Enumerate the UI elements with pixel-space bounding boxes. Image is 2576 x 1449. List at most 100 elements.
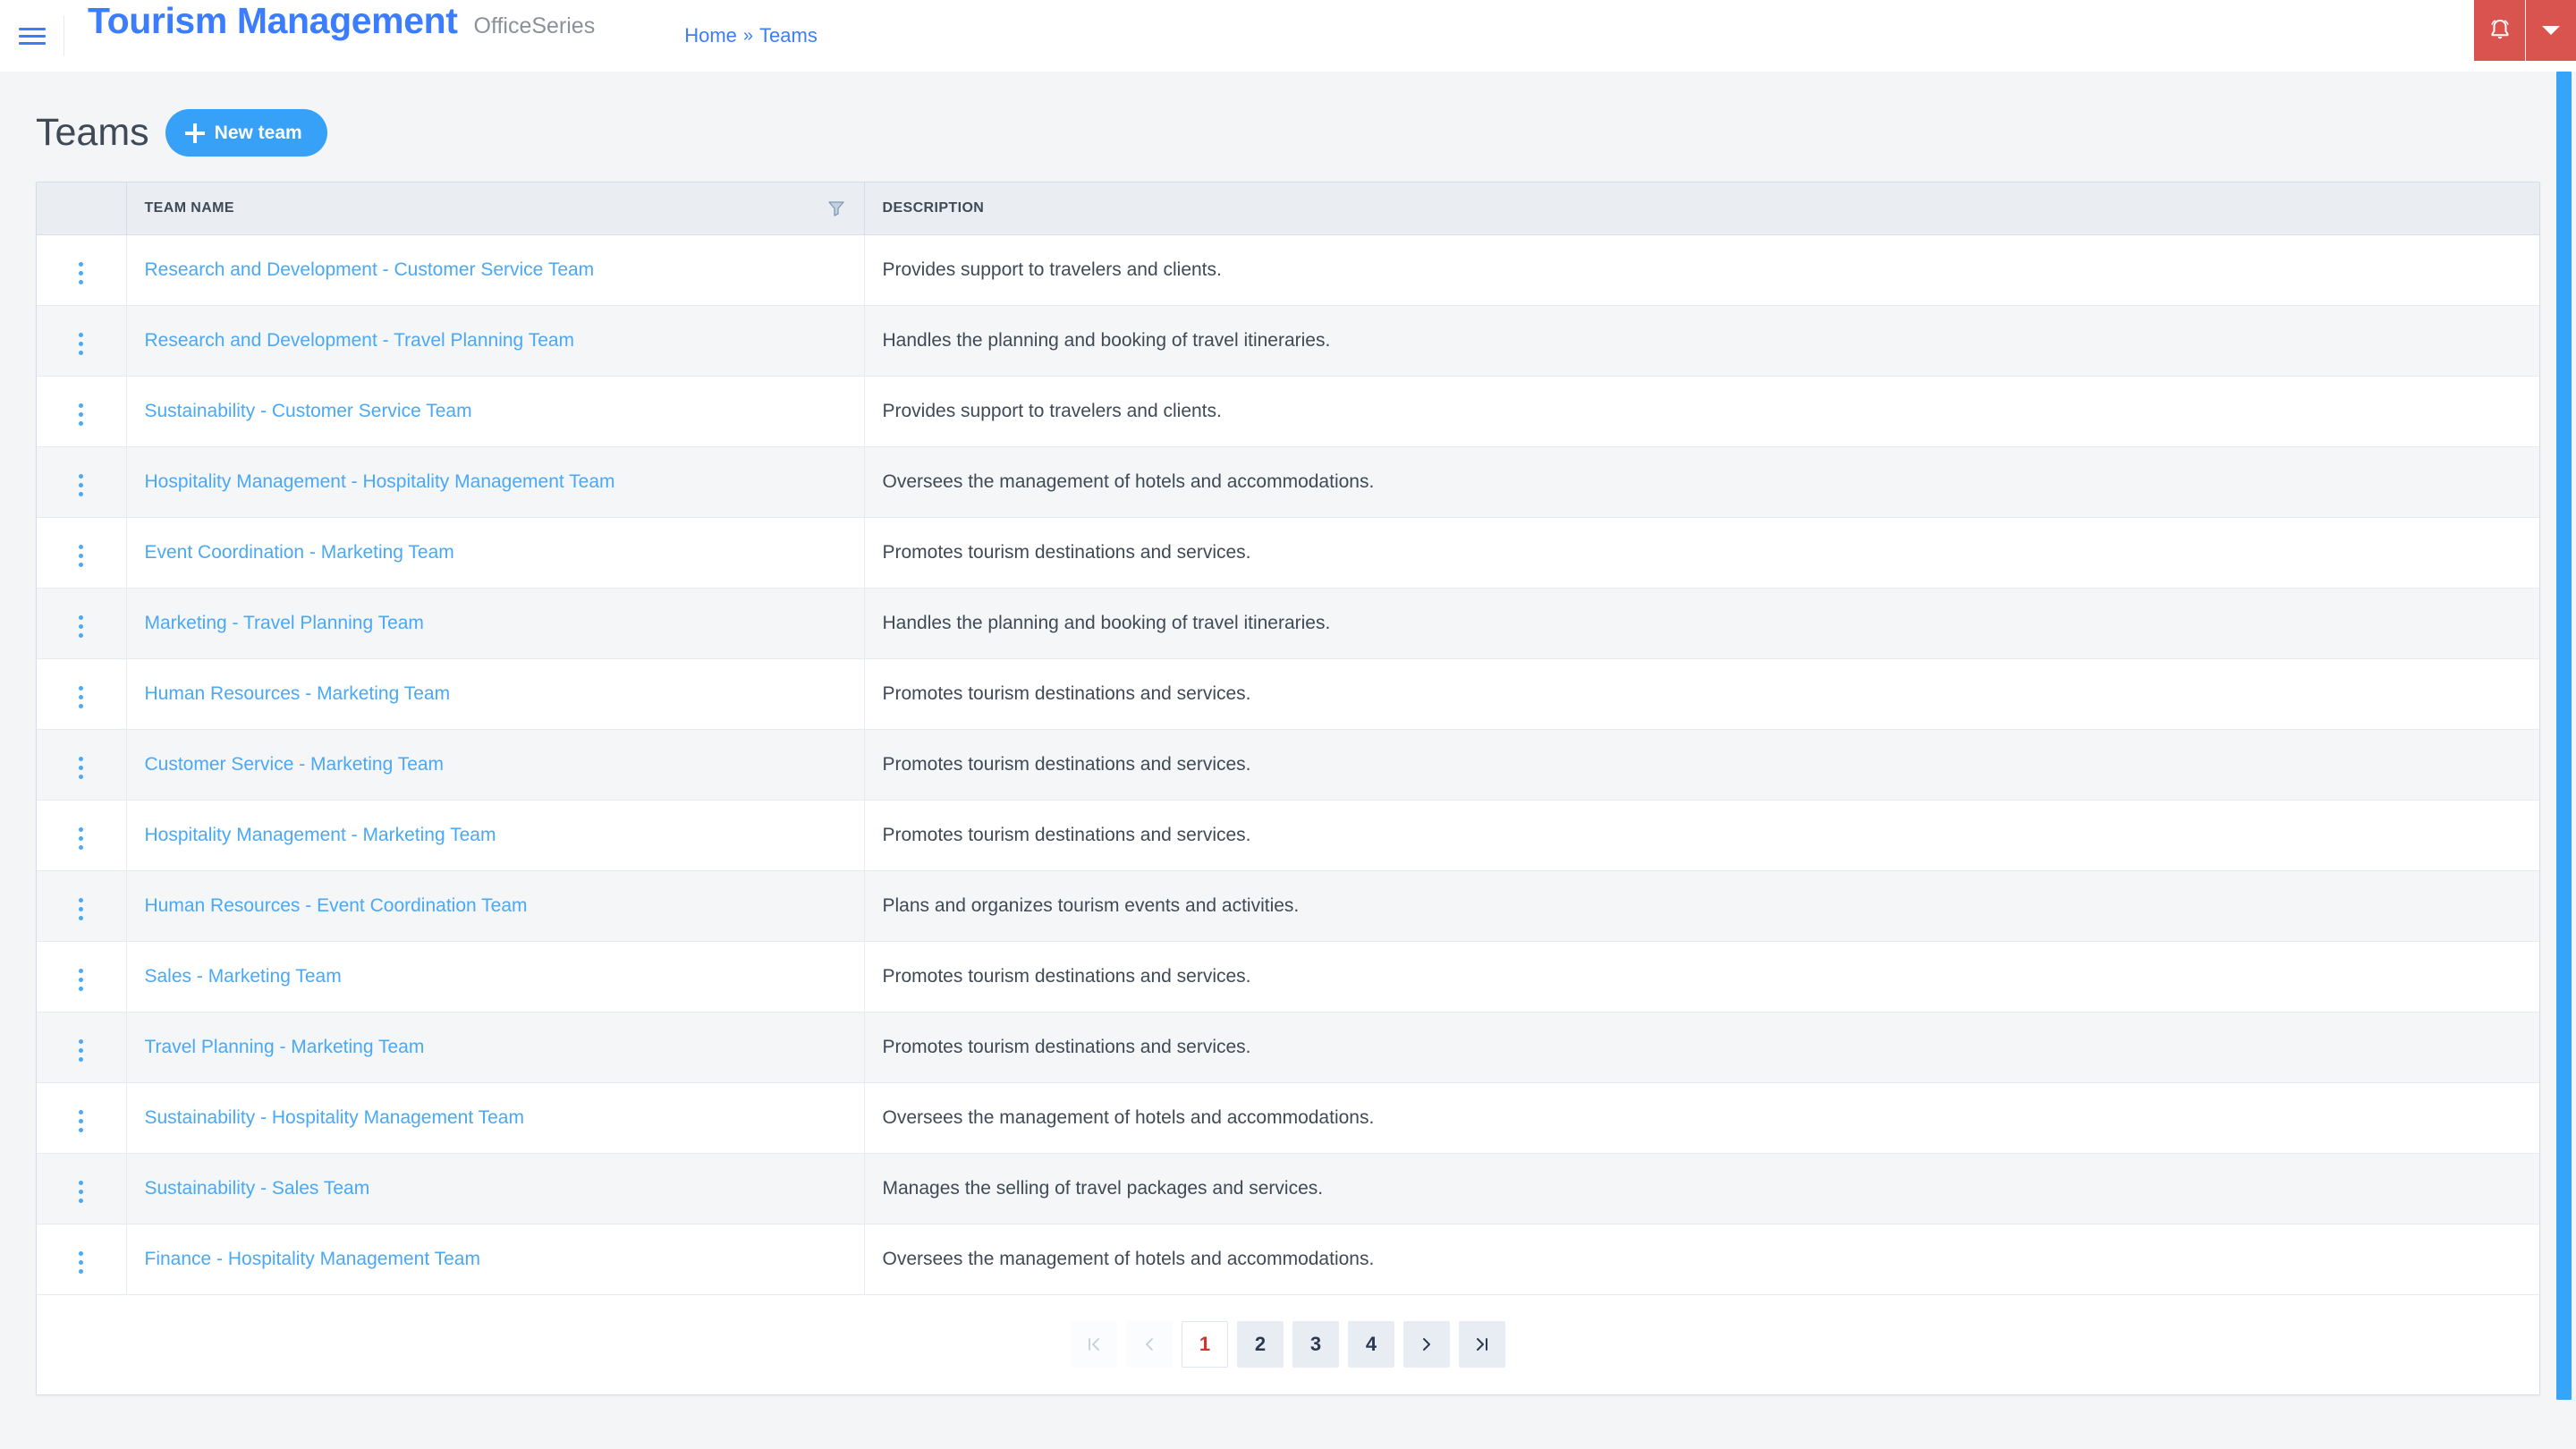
team-description-text: Provides support to travelers and client…: [882, 400, 1222, 421]
team-name-link[interactable]: Research and Development - Customer Serv…: [145, 259, 595, 280]
team-description-text: Promotes tourism destinations and servic…: [882, 753, 1251, 775]
next-page-icon: [1423, 1338, 1430, 1352]
team-description-cell: Handles the planning and booking of trav…: [863, 305, 2539, 377]
column-header-actions: [37, 182, 126, 235]
team-name-link[interactable]: Hospitality Management - Hospitality Man…: [145, 471, 615, 492]
pagination-page-4-button[interactable]: 4: [1348, 1321, 1394, 1368]
breadcrumb-separator: »: [742, 25, 754, 46]
team-name-link[interactable]: Sustainability - Sales Team: [145, 1178, 370, 1199]
column-header-team-name[interactable]: TEAM NAME: [125, 182, 864, 235]
funnel-filter-icon[interactable]: [826, 199, 846, 218]
notifications-button[interactable]: [2474, 0, 2526, 61]
top-navbar: Tourism Management OfficeSeries Home » T…: [0, 0, 2576, 72]
table-row: Research and Development - Customer Serv…: [37, 234, 2539, 306]
team-description-cell: Provides support to travelers and client…: [863, 234, 2539, 306]
pagination-row: 1234: [37, 1294, 2539, 1394]
kebab-menu-icon[interactable]: [66, 681, 96, 714]
team-name-link[interactable]: Customer Service - Marketing Team: [145, 754, 445, 775]
team-description-cell: Oversees the management of hotels and ac…: [863, 1082, 2539, 1154]
team-name-cell: Event Coordination - Marketing Team: [125, 517, 864, 589]
team-name-cell: Sustainability - Sales Team: [125, 1153, 864, 1224]
team-description-cell: Promotes tourism destinations and servic…: [863, 800, 2539, 871]
team-description-cell: Promotes tourism destinations and servic…: [863, 658, 2539, 730]
kebab-menu-icon[interactable]: [66, 610, 96, 643]
team-description-text: Oversees the management of hotels and ac…: [882, 470, 1375, 492]
team-name-link[interactable]: Research and Development - Travel Planni…: [145, 330, 575, 351]
breadcrumb: Home » Teams: [684, 0, 818, 72]
kebab-menu-icon[interactable]: [66, 1175, 96, 1208]
team-description-text: Provides support to travelers and client…: [882, 258, 1222, 280]
new-team-button-label: New team: [214, 122, 302, 143]
kebab-menu-icon[interactable]: [66, 1105, 96, 1138]
kebab-menu-icon[interactable]: [66, 398, 96, 431]
kebab-menu-icon[interactable]: [66, 963, 96, 996]
teams-table-card: TEAM NAME DESCRIPTION Research and Devel…: [36, 182, 2540, 1395]
team-name-cell: Marketing - Travel Planning Team: [125, 588, 864, 659]
vertical-scrollbar-track[interactable]: [2553, 72, 2576, 1449]
pagination-first-button[interactable]: [1071, 1321, 1117, 1368]
new-team-button[interactable]: New team: [165, 109, 327, 157]
pagination-page-1-button[interactable]: 1: [1182, 1321, 1228, 1368]
table-body: Research and Development - Customer Serv…: [37, 234, 2539, 1295]
table-row: Marketing - Travel Planning Team Handles …: [37, 588, 2539, 659]
column-header-description[interactable]: DESCRIPTION: [863, 182, 2539, 235]
team-name-link[interactable]: Travel Planning - Marketing Team: [145, 1037, 425, 1057]
team-name-link[interactable]: Sustainability - Customer Service Team: [145, 401, 472, 421]
kebab-menu-icon[interactable]: [66, 751, 96, 784]
vertical-scrollbar-thumb[interactable]: [2556, 72, 2572, 1400]
team-name-link[interactable]: Human Resources - Event Coordination Tea…: [145, 895, 528, 916]
table-row: Human Resources - Marketing Team Promotes…: [37, 658, 2539, 730]
team-name-link[interactable]: Event Coordination - Marketing Team: [145, 542, 454, 563]
breadcrumb-home-link[interactable]: Home: [684, 24, 737, 47]
pagination-last-button[interactable]: [1459, 1321, 1505, 1368]
brand: Tourism Management OfficeSeries: [64, 0, 595, 72]
last-page-icon: [1477, 1338, 1487, 1352]
kebab-menu-icon[interactable]: [66, 539, 96, 572]
kebab-menu-icon[interactable]: [66, 822, 96, 855]
team-name-cell: Research and Development - Customer Serv…: [125, 234, 864, 306]
kebab-menu-icon[interactable]: [66, 893, 96, 926]
row-actions-cell: [37, 800, 126, 871]
kebab-menu-icon[interactable]: [66, 1246, 96, 1279]
row-actions-cell: [37, 1224, 126, 1295]
pagination-page-3-button[interactable]: 3: [1292, 1321, 1339, 1368]
team-name-link[interactable]: Marketing - Travel Planning Team: [145, 613, 424, 633]
row-actions-cell: [37, 870, 126, 942]
team-description-text: Plans and organizes tourism events and a…: [882, 894, 1300, 916]
team-description-cell: Manages the selling of travel packages a…: [863, 1153, 2539, 1224]
user-dropdown-button[interactable]: [2526, 0, 2576, 61]
pagination-next-button[interactable]: [1403, 1321, 1450, 1368]
kebab-menu-icon[interactable]: [66, 1034, 96, 1067]
team-description-text: Promotes tourism destinations and servic…: [882, 682, 1251, 704]
row-actions-cell: [37, 658, 126, 730]
column-header-description-label: DESCRIPTION: [882, 199, 985, 216]
bell-icon: [2490, 20, 2509, 39]
team-name-cell: Sales - Marketing Team: [125, 941, 864, 1013]
team-name-link[interactable]: Finance - Hospitality Management Team: [145, 1249, 480, 1269]
team-name-cell: Sustainability - Customer Service Team: [125, 376, 864, 447]
breadcrumb-current: Teams: [759, 24, 818, 47]
table-row: Research and Development - Travel Planni…: [37, 305, 2539, 377]
table-header-row: TEAM NAME DESCRIPTION: [37, 182, 2539, 235]
hamburger-menu-button[interactable]: [0, 15, 64, 56]
team-name-link[interactable]: Sales - Marketing Team: [145, 966, 342, 987]
pagination-page-2-button[interactable]: 2: [1237, 1321, 1284, 1368]
kebab-menu-icon[interactable]: [66, 469, 96, 502]
team-description-text: Handles the planning and booking of trav…: [882, 612, 1331, 633]
table-row: Travel Planning - Marketing Team Promotes…: [37, 1012, 2539, 1083]
row-actions-cell: [37, 517, 126, 589]
team-name-link[interactable]: Hospitality Management - Marketing Team: [145, 825, 496, 845]
page-content: Teams New team TEAM NAME DESCRIPTION Res…: [0, 72, 2576, 1449]
team-name-cell: Human Resources - Marketing Team: [125, 658, 864, 730]
hamburger-menu-icon: [18, 23, 46, 49]
kebab-menu-icon[interactable]: [66, 327, 96, 360]
row-actions-cell: [37, 446, 126, 518]
table-row: Sustainability - Customer Service Team Pr…: [37, 376, 2539, 447]
table-row: Human Resources - Event Coordination Tea…: [37, 870, 2539, 942]
kebab-menu-icon[interactable]: [66, 257, 96, 290]
pagination-prev-button[interactable]: [1126, 1321, 1173, 1368]
pagination-cell: 1234: [37, 1294, 2539, 1394]
team-name-link[interactable]: Human Resources - Marketing Team: [145, 683, 451, 704]
team-name-link[interactable]: Sustainability - Hospitality Management …: [145, 1107, 524, 1128]
table-row: Finance - Hospitality Management Team Ove…: [37, 1224, 2539, 1295]
